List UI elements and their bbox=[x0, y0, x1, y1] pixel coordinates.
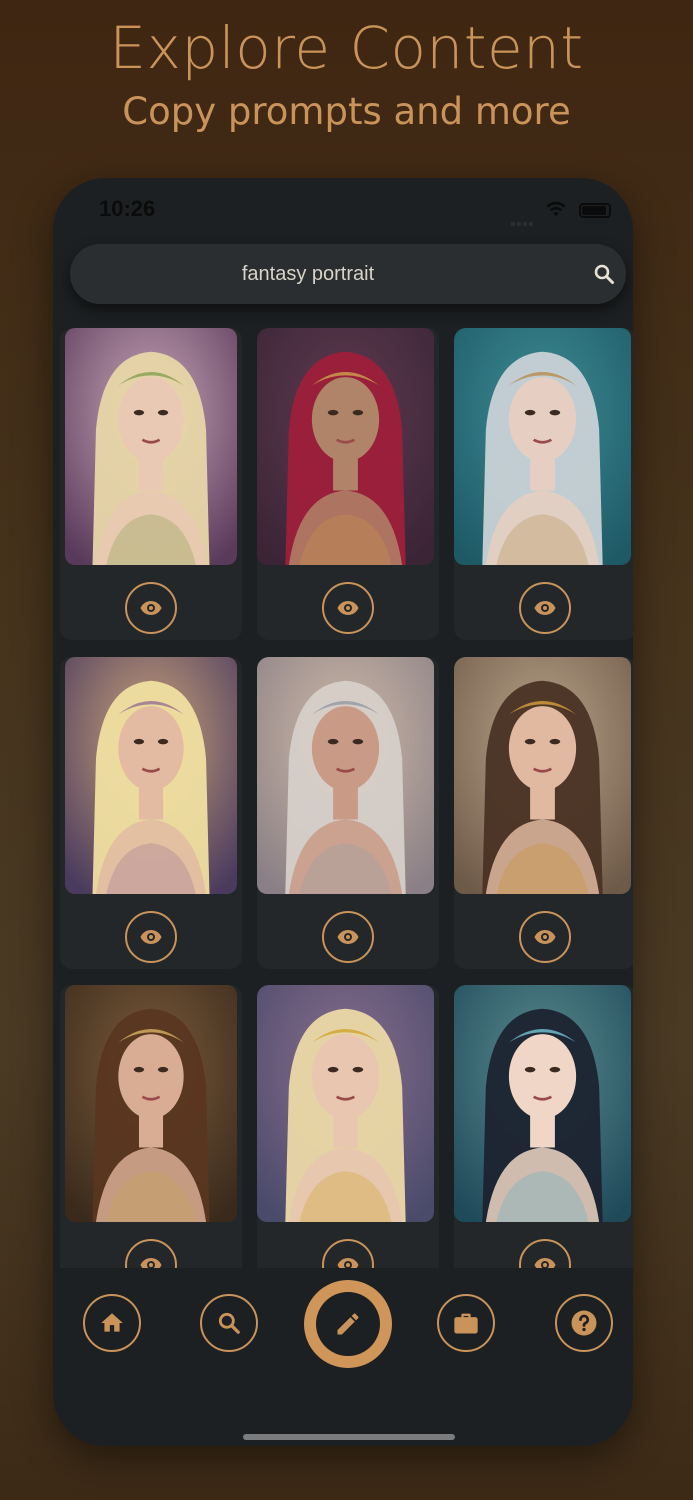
status-bar: 10:26 bbox=[53, 178, 633, 238]
result-card-2[interactable] bbox=[257, 328, 439, 640]
portrait-image[interactable] bbox=[65, 328, 237, 565]
result-card-5[interactable] bbox=[257, 657, 439, 969]
phone-frame: 10:26 fantasy portrait bbox=[53, 178, 633, 1446]
nav-search-button[interactable] bbox=[200, 1294, 258, 1352]
battery-icon bbox=[579, 203, 611, 218]
result-card-3[interactable] bbox=[454, 328, 633, 640]
eye-icon bbox=[337, 930, 359, 944]
eye-icon bbox=[140, 930, 162, 944]
help-icon bbox=[571, 1310, 597, 1336]
view-prompt-button[interactable] bbox=[125, 1239, 177, 1268]
portrait-image[interactable] bbox=[257, 657, 434, 894]
view-prompt-button[interactable] bbox=[125, 911, 177, 963]
bottom-nav bbox=[53, 1268, 633, 1446]
view-prompt-button[interactable] bbox=[322, 582, 374, 634]
home-indicator bbox=[243, 1434, 455, 1440]
pencil-icon bbox=[337, 1313, 359, 1335]
portrait-image[interactable] bbox=[454, 985, 631, 1222]
eye-icon bbox=[534, 601, 556, 615]
nav-create-button[interactable] bbox=[304, 1280, 392, 1368]
eye-icon bbox=[534, 930, 556, 944]
view-prompt-button[interactable] bbox=[322, 1239, 374, 1268]
cellular-signal-icon bbox=[511, 213, 535, 231]
search-icon[interactable] bbox=[592, 262, 616, 286]
view-prompt-button[interactable] bbox=[125, 582, 177, 634]
eye-icon bbox=[140, 1258, 162, 1268]
result-card-9[interactable] bbox=[454, 985, 633, 1268]
result-card-1[interactable] bbox=[60, 328, 242, 640]
search-bar[interactable]: fantasy portrait bbox=[70, 244, 626, 304]
result-card-8[interactable] bbox=[257, 985, 439, 1268]
nav-home-button[interactable] bbox=[83, 1294, 141, 1352]
result-card-7[interactable] bbox=[60, 985, 242, 1268]
results-grid bbox=[53, 328, 633, 1268]
view-prompt-button[interactable] bbox=[322, 911, 374, 963]
nav-help-button[interactable] bbox=[555, 1294, 613, 1352]
portrait-image[interactable] bbox=[257, 328, 434, 565]
home-icon bbox=[101, 1313, 123, 1332]
briefcase-icon bbox=[454, 1313, 478, 1334]
search-input[interactable]: fantasy portrait bbox=[70, 263, 546, 286]
portrait-image[interactable] bbox=[257, 985, 434, 1222]
eye-icon bbox=[337, 601, 359, 615]
result-card-4[interactable] bbox=[60, 657, 242, 969]
result-card-6[interactable] bbox=[454, 657, 633, 969]
nav-create-inner bbox=[316, 1292, 380, 1356]
view-prompt-button[interactable] bbox=[519, 911, 571, 963]
promo-subtitle: Copy prompts and more bbox=[122, 90, 571, 133]
portrait-image[interactable] bbox=[65, 985, 237, 1222]
promo-title: Explore Content bbox=[109, 14, 584, 82]
eye-icon bbox=[140, 601, 162, 615]
view-prompt-button[interactable] bbox=[519, 1239, 571, 1268]
portrait-image[interactable] bbox=[454, 328, 631, 565]
portrait-image[interactable] bbox=[454, 657, 631, 894]
view-prompt-button[interactable] bbox=[519, 582, 571, 634]
eye-icon bbox=[534, 1258, 556, 1268]
eye-icon bbox=[337, 1258, 359, 1268]
wifi-icon bbox=[546, 201, 566, 217]
search-icon bbox=[218, 1312, 240, 1334]
status-time: 10:26 bbox=[99, 196, 156, 221]
nav-portfolio-button[interactable] bbox=[437, 1294, 495, 1352]
portrait-image[interactable] bbox=[65, 657, 237, 894]
